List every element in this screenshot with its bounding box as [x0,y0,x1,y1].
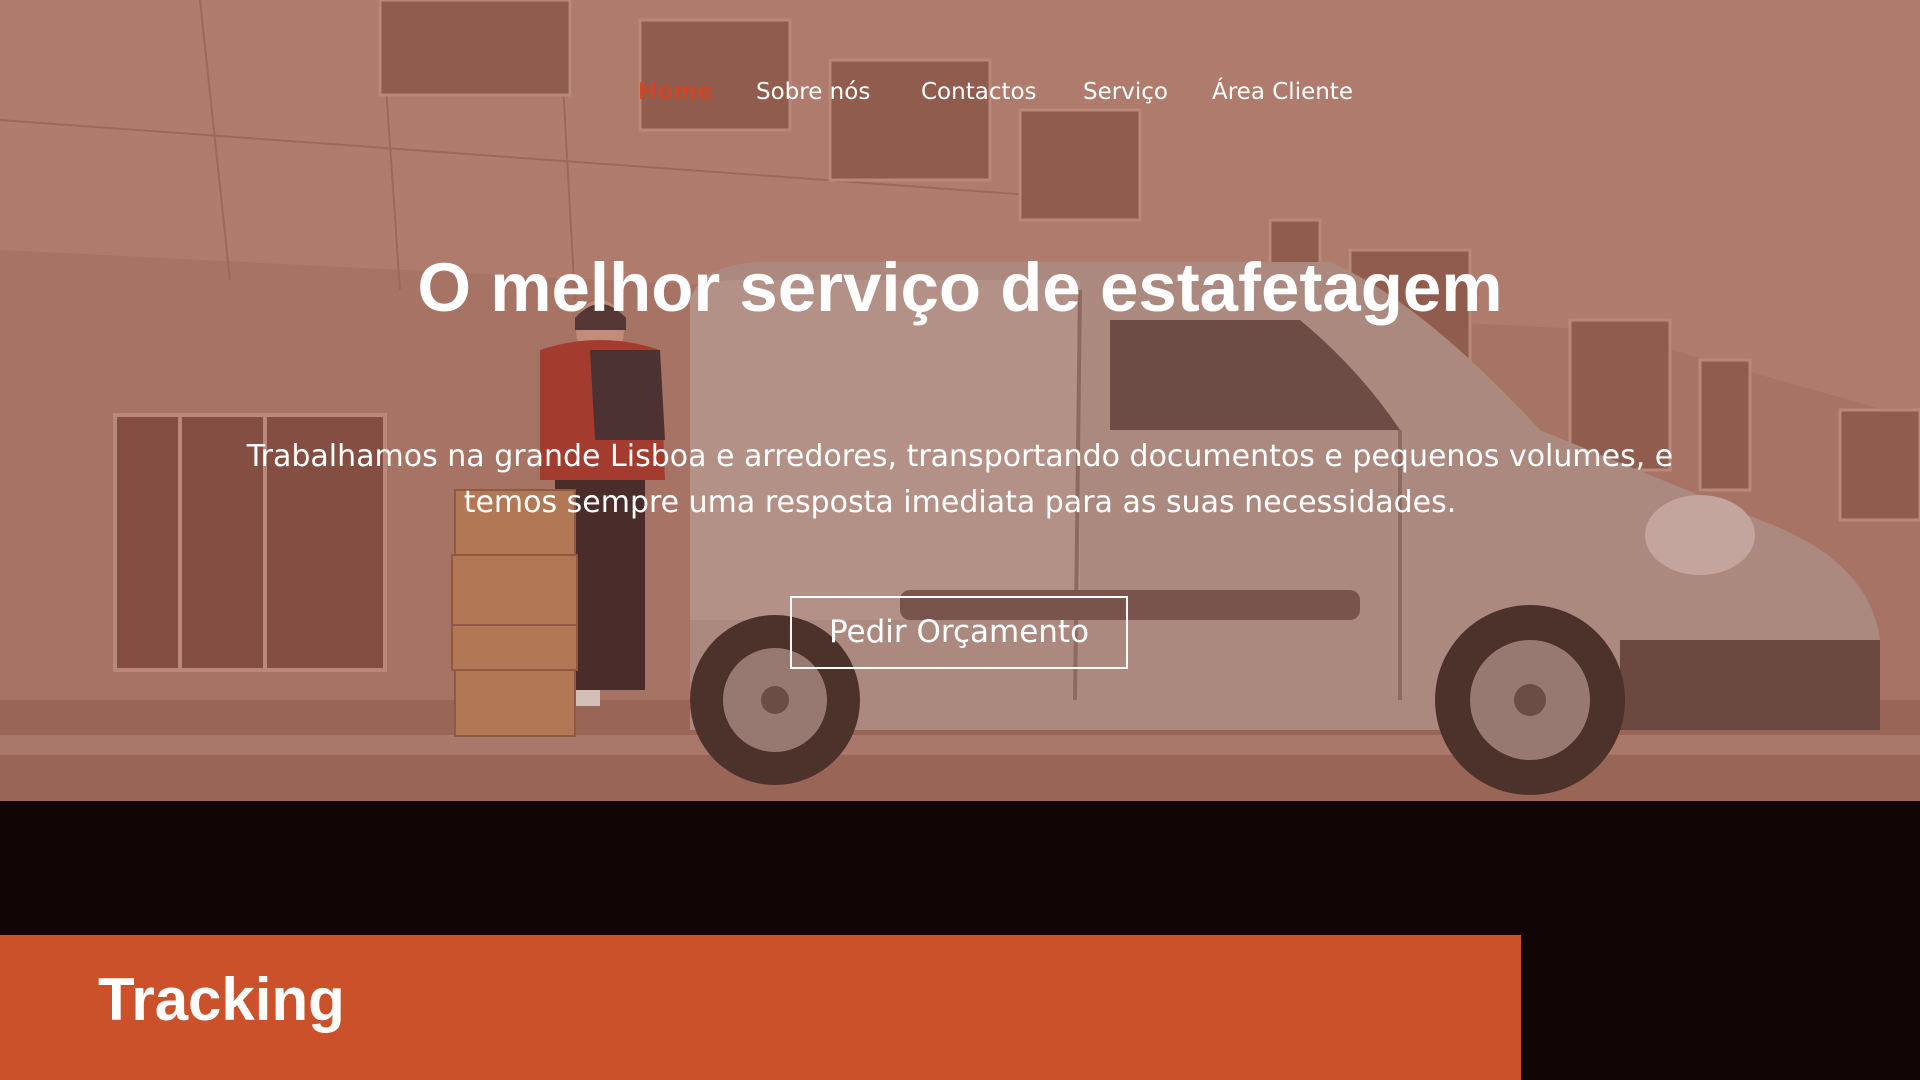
hero-color-overlay [0,0,1920,801]
page: Home Sobre nós Contactos Serviço Área Cl… [0,0,1920,1080]
nav-item-area-cliente[interactable]: Área Cliente [1212,70,1353,114]
hero-subtitle: Trabalhamos na grande Lisboa e arredores… [210,434,1710,526]
main-nav: Home Sobre nós Contactos Serviço Área Cl… [0,70,1920,114]
request-quote-button[interactable]: Pedir Orçamento [790,596,1128,669]
tracking-title: Tracking [98,966,345,1033]
hero-subtitle-line-2: temos sempre uma resposta imediata para … [463,485,1457,520]
hero-title: O melhor serviço de estafetagem [417,249,1503,326]
nav-item-home[interactable]: Home [638,70,713,114]
hero-subtitle-line-1: Trabalhamos na grande Lisboa e arredores… [246,439,1674,474]
nav-item-sobre-nos[interactable]: Sobre nós [756,70,870,114]
hero-section: Home Sobre nós Contactos Serviço Área Cl… [0,0,1920,801]
nav-item-servico[interactable]: Serviço [1083,70,1168,114]
nav-item-contactos[interactable]: Contactos [921,70,1037,114]
